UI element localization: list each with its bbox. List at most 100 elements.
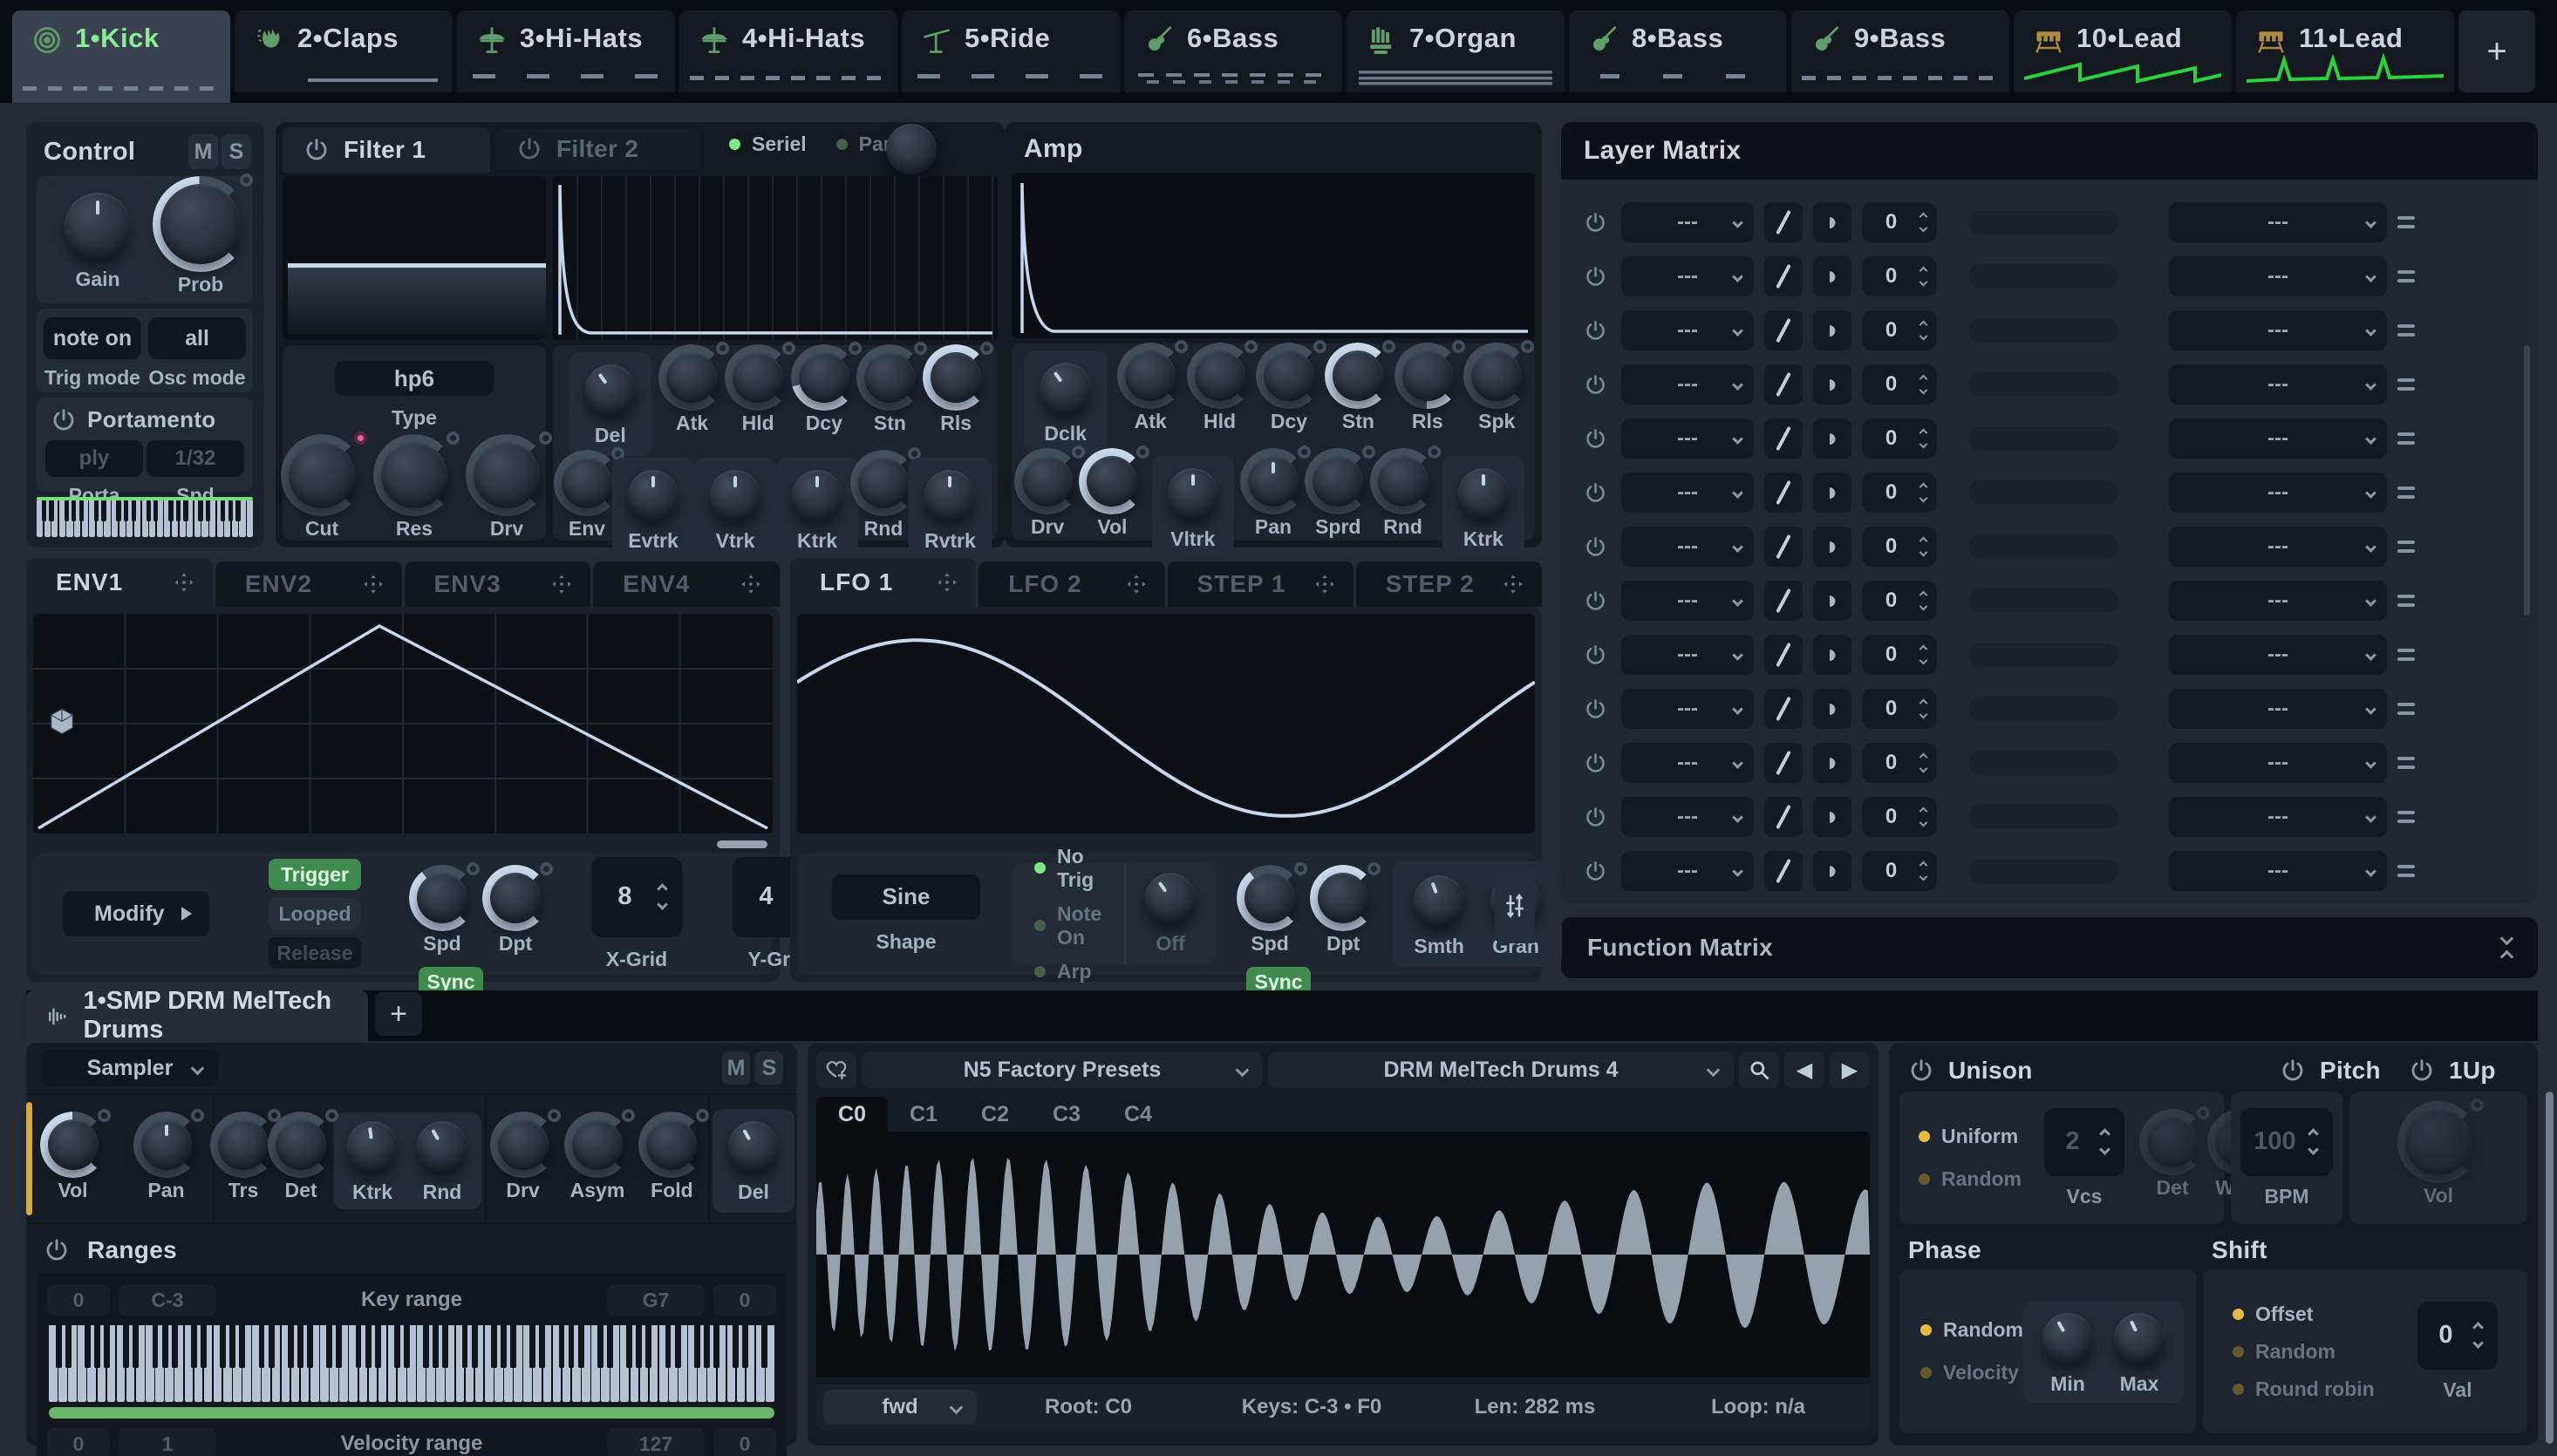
row-power-icon[interactable] — [1584, 643, 1607, 667]
knob[interactable]: Ktrk — [1442, 456, 1524, 560]
solo-button[interactable]: S — [222, 134, 251, 169]
filter1-tab[interactable]: Filter 1 — [283, 127, 490, 173]
layer-mute-button[interactable]: M — [722, 1051, 750, 1085]
mod-amount-spinner[interactable]: 0 — [1862, 202, 1937, 242]
envelope-hscroll-thumb[interactable] — [717, 840, 767, 848]
ranges-power-icon[interactable] — [44, 1237, 70, 1263]
amp-envelope-display[interactable] — [1012, 173, 1535, 338]
mod-amount-spinner[interactable]: 0 — [1862, 310, 1937, 350]
velocity-range-bar[interactable] — [49, 1407, 774, 1419]
mod-amount-spinner[interactable]: 0 — [1862, 743, 1937, 783]
knob[interactable]: Vltrk — [1152, 456, 1234, 560]
control-keyboard[interactable] — [37, 497, 253, 537]
row-power-icon[interactable] — [1584, 319, 1607, 343]
sample-layer-tab[interactable]: 1•SMP DRM MelTech Drums — [26, 990, 368, 1041]
mod-target-select[interactable]: --- — [2169, 364, 2387, 405]
engine-select[interactable]: Sampler — [42, 1050, 218, 1086]
row-power-icon[interactable] — [1584, 860, 1607, 883]
bpm-spinner[interactable]: 100 — [2240, 1108, 2333, 1176]
vel-low-a[interactable]: 0 — [47, 1428, 110, 1456]
lfo-trig-option[interactable]: Note On — [1034, 902, 1101, 949]
vel-high-b[interactable]: 0 — [713, 1428, 776, 1456]
track-tab[interactable]: 8•Bass — [1569, 10, 1787, 92]
move-icon[interactable] — [550, 573, 573, 595]
move-icon[interactable] — [936, 571, 958, 594]
mod-polarity-button[interactable] — [1764, 310, 1803, 350]
knob[interactable]: Pan — [141, 1119, 192, 1202]
mod-source-select[interactable]: --- — [1621, 527, 1754, 567]
mod-target-select[interactable]: --- — [2169, 473, 2387, 513]
row-drag-handle[interactable] — [2397, 595, 2415, 607]
row-power-icon[interactable] — [1584, 481, 1607, 505]
range-keyboard[interactable] — [49, 1325, 774, 1402]
mod-polarity-button[interactable] — [1764, 743, 1803, 783]
row-power-icon[interactable] — [1584, 211, 1607, 235]
unison-mode-option[interactable]: Random — [1919, 1167, 2022, 1191]
trig-mode-select[interactable]: note on — [44, 317, 141, 359]
track-tab[interactable]: 10•Lead — [2014, 10, 2232, 92]
vel-high-a[interactable]: 127 — [607, 1428, 705, 1456]
knob[interactable]: Rnd — [417, 1121, 467, 1204]
search-button[interactable] — [1739, 1051, 1779, 1088]
mute-button[interactable]: M — [188, 134, 218, 169]
row-power-icon[interactable] — [1584, 427, 1607, 451]
row-drag-handle[interactable] — [2397, 649, 2415, 661]
phase-mode-option[interactable]: Velocity — [1920, 1361, 2023, 1385]
key-high-note[interactable]: G7 — [607, 1284, 705, 1316]
mod-source-select[interactable]: --- — [1621, 473, 1754, 513]
mod-amount-slider[interactable] — [1968, 372, 2118, 397]
lfo-tab[interactable]: LFO 2 — [978, 561, 1164, 607]
mod-amount-slider[interactable] — [1968, 210, 2118, 235]
knob[interactable]: Env — [562, 458, 612, 541]
add-track-button[interactable]: + — [2458, 10, 2535, 92]
track-tab[interactable]: 6•Bass — [1124, 10, 1342, 92]
mod-amount-spinner[interactable]: 0 — [1862, 581, 1937, 621]
note-tab[interactable]: C0 — [816, 1097, 888, 1132]
knob[interactable]: Vol — [48, 1119, 99, 1202]
knob[interactable]: Rvtrk — [909, 458, 992, 561]
mod-polarity-button[interactable] — [1764, 797, 1803, 837]
knob[interactable]: Pan — [1248, 456, 1299, 539]
row-drag-handle[interactable] — [2397, 486, 2415, 499]
mod-amount-spinner[interactable]: 0 — [1862, 256, 1937, 296]
layer-solo-button[interactable]: S — [755, 1051, 783, 1085]
porta-speed-select[interactable]: 1/32 — [147, 440, 244, 477]
move-icon[interactable] — [740, 573, 762, 595]
env-tab[interactable]: ENV1 — [26, 558, 213, 607]
key-low-note[interactable]: C-3 — [119, 1284, 216, 1316]
knob[interactable]: Dpt — [490, 873, 541, 956]
note-tab[interactable]: C1 — [888, 1097, 959, 1132]
mod-amount-slider[interactable] — [1968, 264, 2118, 289]
move-icon[interactable] — [362, 573, 385, 595]
env-mode-button[interactable]: Trigger — [269, 859, 361, 890]
mod-target-select[interactable]: --- — [2169, 527, 2387, 567]
mod-curve-button[interactable]: ◗ — [1813, 202, 1851, 242]
mod-target-select[interactable]: --- — [2169, 851, 2387, 891]
shift-mode-option[interactable]: Round robin — [2233, 1378, 2417, 1401]
knob[interactable]: Dclk — [1025, 350, 1107, 454]
mod-polarity-button[interactable] — [1764, 364, 1803, 405]
mod-curve-button[interactable]: ◗ — [1813, 418, 1851, 459]
row-power-icon[interactable] — [1584, 752, 1607, 775]
move-icon[interactable] — [1125, 573, 1148, 595]
mod-polarity-button[interactable] — [1764, 473, 1803, 513]
knob[interactable]: Rnd — [858, 458, 909, 541]
knob[interactable]: Drv — [474, 442, 540, 541]
env-mode-button[interactable]: Looped — [269, 898, 361, 929]
oneup-power-icon[interactable] — [2409, 1058, 2435, 1084]
move-icon[interactable] — [173, 571, 195, 594]
mod-amount-slider[interactable] — [1968, 426, 2118, 451]
mod-amount-slider[interactable] — [1968, 859, 2118, 883]
mod-source-select[interactable]: --- — [1621, 851, 1754, 891]
mod-polarity-button[interactable] — [1764, 256, 1803, 296]
env-tab[interactable]: ENV4 — [593, 561, 780, 607]
mod-amount-slider[interactable] — [1968, 805, 2118, 829]
mod-target-select[interactable]: --- — [2169, 635, 2387, 675]
playback-mode-select[interactable]: fwd — [823, 1390, 977, 1425]
filter2-tab[interactable]: Filter 2 — [495, 129, 699, 169]
knob[interactable]: Cut — [289, 442, 355, 541]
mod-amount-slider[interactable] — [1968, 480, 2118, 505]
lfo-shape-select[interactable]: Sine — [832, 874, 980, 920]
mod-amount-spinner[interactable]: 0 — [1862, 689, 1937, 729]
mod-source-select[interactable]: --- — [1621, 256, 1754, 296]
